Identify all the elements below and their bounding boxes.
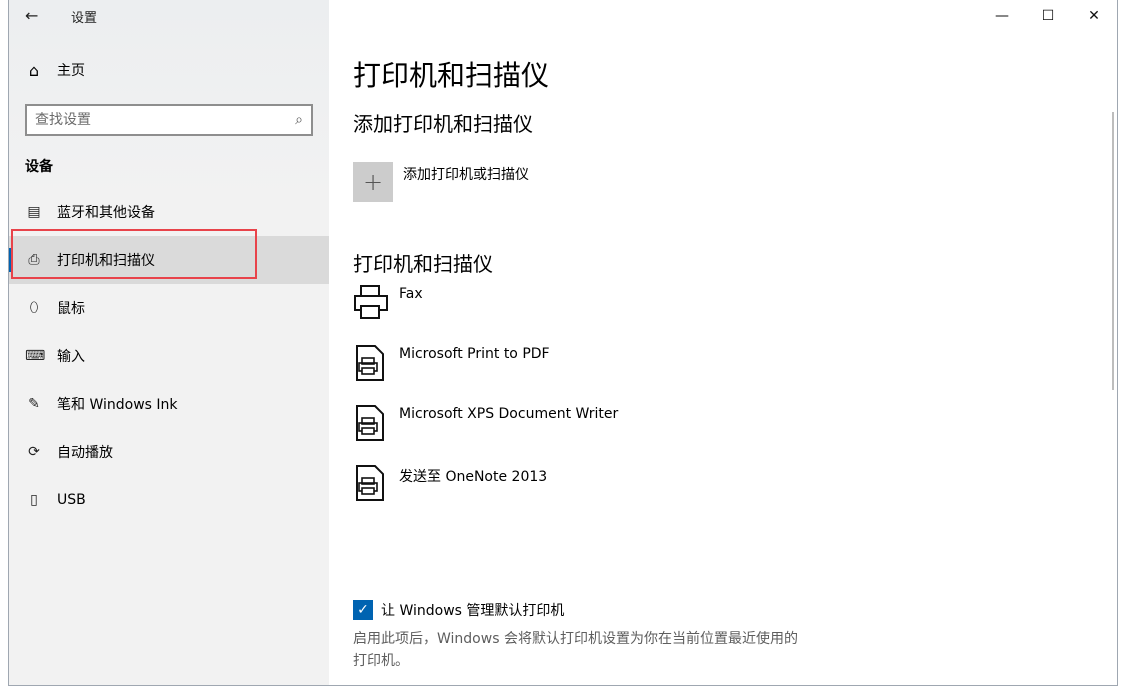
home-label: 主页 [57, 63, 85, 79]
document-printer-icon [356, 345, 384, 381]
default-printer-checkbox[interactable]: ✓ [353, 600, 373, 620]
sidebar-item-printers[interactable]: ⎙ 打印机和扫描仪 [9, 236, 329, 284]
checkbox-description: 启用此项后，Windows 会将默认打印机设置为你在当前位置最近使用的打印机。 [353, 631, 798, 669]
sidebar-item-label: 自动播放 [57, 445, 113, 461]
scrollbar[interactable] [1112, 112, 1114, 390]
main-content: — ☐ ✕ 打印机和扫描仪 添加打印机和扫描仪 + 添加打印机或扫描仪 打印机和… [329, 0, 1117, 685]
back-arrow-icon[interactable]: ← [25, 6, 45, 26]
document-printer-icon [356, 405, 384, 441]
printer-name: Fax [399, 286, 423, 302]
background-window-edge [1118, 0, 1125, 690]
autoplay-icon: ⟳ [28, 444, 40, 460]
sidebar-item-usb[interactable]: ▯ USB [9, 476, 329, 524]
sidebar-item-label: 蓝牙和其他设备 [57, 205, 155, 221]
list-item[interactable]: Fax [353, 282, 618, 342]
sidebar-item-pen[interactable]: ✎ 笔和 Windows Ink [9, 380, 329, 428]
sidebar-item-bluetooth[interactable]: ▤ 蓝牙和其他设备 [9, 188, 329, 236]
add-section-title: 添加打印机和扫描仪 [353, 112, 533, 136]
sidebar-item-mouse[interactable]: ⬯ 鼠标 [9, 284, 329, 332]
document-printer-icon [356, 465, 384, 501]
printer-icon: ⎙ [28, 252, 40, 268]
list-item[interactable]: Microsoft Print to PDF [353, 342, 618, 402]
sidebar-nav: ▤ 蓝牙和其他设备 ⎙ 打印机和扫描仪 ⬯ 鼠标 ⌨ 输入 ✎ 笔和 Windo… [9, 188, 329, 524]
list-item[interactable]: 发送至 OneNote 2013 [353, 462, 618, 522]
sidebar: ← 设置 ⌂ 主页 ⌕ 设备 ▤ 蓝牙和其他设备 ⎙ 打印机和扫描仪 ⬯ 鼠标 [9, 0, 329, 685]
list-item[interactable]: Microsoft XPS Document Writer [353, 402, 618, 462]
window-controls: — ☐ ✕ [979, 0, 1117, 32]
maximize-icon[interactable]: ☐ [1025, 0, 1071, 32]
search-box[interactable]: ⌕ [25, 104, 313, 136]
pen-icon: ✎ [28, 396, 40, 412]
search-icon[interactable]: ⌕ [295, 112, 303, 128]
fax-printer-icon [354, 285, 388, 319]
sidebar-item-label: 鼠标 [57, 301, 85, 317]
sidebar-item-label: 笔和 Windows Ink [57, 397, 178, 413]
page-title: 打印机和扫描仪 [353, 59, 550, 92]
minimize-icon[interactable]: — [979, 0, 1025, 32]
sidebar-item-label: 打印机和扫描仪 [57, 253, 155, 269]
add-printer-label[interactable]: 添加打印机或扫描仪 [403, 164, 529, 184]
printer-name: Microsoft XPS Document Writer [399, 406, 619, 422]
app-title: 设置 [71, 11, 98, 26]
mouse-icon: ⬯ [29, 300, 39, 316]
sidebar-item-label: 输入 [57, 349, 85, 365]
printer-list-title: 打印机和扫描仪 [353, 252, 493, 276]
usb-icon: ▯ [30, 492, 38, 508]
close-icon[interactable]: ✕ [1071, 0, 1117, 32]
default-printer-option[interactable]: ✓ 让 Windows 管理默认打印机 [353, 600, 564, 620]
plus-icon[interactable]: + [353, 162, 393, 202]
printer-name: 发送至 OneNote 2013 [399, 469, 548, 485]
printer-list: Fax Microsoft Print to PDF Microsoft XPS… [353, 282, 618, 522]
sidebar-item-autoplay[interactable]: ⟳ 自动播放 [9, 428, 329, 476]
add-printer-button[interactable]: + 添加打印机或扫描仪 [353, 162, 529, 202]
home-icon: ⌂ [28, 60, 40, 80]
checkbox-label[interactable]: 让 Windows 管理默认打印机 [381, 600, 564, 620]
search-input[interactable] [35, 112, 275, 128]
bluetooth-devices-icon: ▤ [27, 204, 41, 220]
section-header: 设备 [25, 159, 53, 175]
keyboard-icon: ⌨ [25, 348, 46, 364]
settings-window: ← 设置 ⌂ 主页 ⌕ 设备 ▤ 蓝牙和其他设备 ⎙ 打印机和扫描仪 ⬯ 鼠标 [8, 0, 1118, 686]
home-link[interactable]: ⌂ 主页 [25, 60, 85, 80]
sidebar-item-typing[interactable]: ⌨ 输入 [9, 332, 329, 380]
printer-name: Microsoft Print to PDF [399, 346, 550, 362]
sidebar-item-label: USB [57, 492, 86, 508]
